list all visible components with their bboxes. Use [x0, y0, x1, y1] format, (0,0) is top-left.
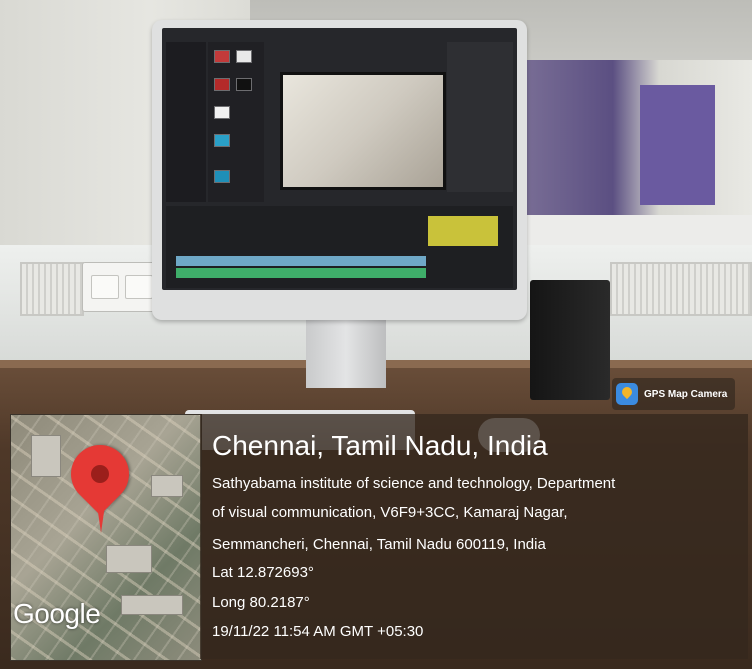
imac-monitor — [152, 20, 527, 320]
timestamp: 19/11/22 11:54 AM GMT +05:30 — [212, 623, 424, 640]
map-building — [121, 595, 183, 615]
clip-thumbnail — [214, 50, 230, 63]
clip-thumbnail — [214, 106, 230, 119]
address-line: Sathyabama institute of science and tech… — [212, 475, 616, 492]
clip-thumbnail — [214, 78, 230, 91]
video-editor-screen — [162, 28, 517, 290]
purple-wall-panel — [640, 85, 715, 205]
browser-pane — [208, 42, 264, 202]
clip-thumbnail — [236, 50, 252, 63]
location-title: Chennai, Tamil Nadu, India — [212, 430, 548, 461]
app-name: GPS Map Camera — [644, 388, 728, 400]
address-line: Semmancheri, Chennai, Tamil Nadu 600119,… — [212, 536, 546, 553]
address-line: of visual communication, V6F9+3CC, Kamar… — [212, 504, 568, 521]
air-vent-left — [20, 262, 84, 316]
map-thumbnail: Google — [10, 414, 202, 661]
gps-map-camera-badge: GPS Map Camera — [612, 378, 736, 410]
power-socket-plate — [82, 262, 162, 312]
location-info-panel: Chennai, Tamil Nadu, India Sathyabama in… — [200, 414, 748, 659]
google-logo: Google — [13, 598, 101, 629]
timeline-effects — [428, 216, 498, 246]
preview-viewer — [280, 72, 446, 190]
external-drive — [530, 280, 610, 400]
clip-thumbnail — [214, 134, 230, 147]
map-building — [106, 545, 152, 573]
clip-thumbnail — [236, 78, 252, 91]
map-pin-icon — [58, 432, 142, 516]
map-pin-tip — [97, 505, 105, 533]
power-socket — [91, 275, 119, 299]
longitude: Long 80.2187° — [212, 594, 310, 611]
timeline-clip — [176, 256, 426, 266]
gps-map-camera-icon — [616, 383, 638, 405]
timeline-clip — [176, 268, 426, 278]
background-room — [520, 60, 752, 220]
inspector-pane — [447, 42, 513, 192]
map-building — [31, 435, 61, 477]
latitude: Lat 12.872693° — [212, 564, 314, 581]
air-vent-right — [610, 262, 752, 316]
power-socket — [125, 275, 153, 299]
library-pane — [166, 42, 206, 202]
clip-thumbnail — [214, 170, 230, 183]
map-building — [151, 475, 183, 497]
timeline — [166, 206, 513, 288]
monitor-stand — [306, 318, 386, 388]
